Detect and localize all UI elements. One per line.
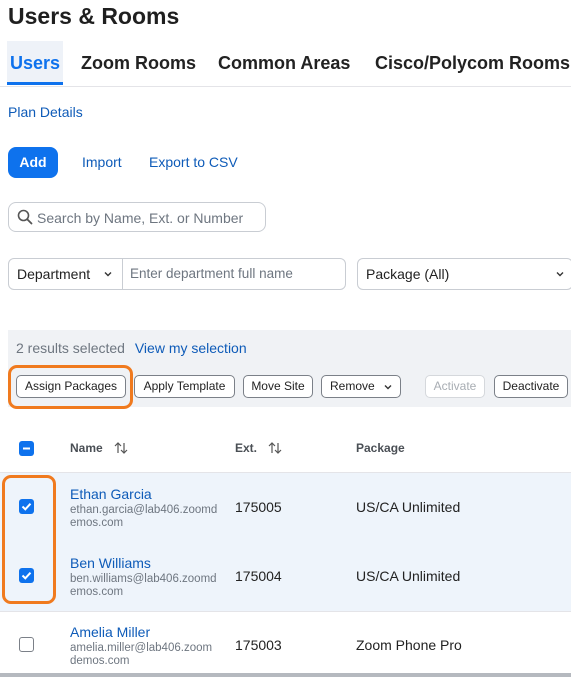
user-email: amelia.miller@lab406.zoomdemos.com: [70, 642, 213, 667]
chevron-down-icon: [384, 385, 392, 390]
name-column-header[interactable]: Name: [70, 441, 128, 455]
user-email: ethan.garcia@lab406.zoomdemos.com: [70, 504, 218, 529]
highlight-selected-checkboxes: [2, 475, 56, 604]
row-checkbox[interactable]: [19, 637, 34, 652]
tab-zoom-rooms[interactable]: Zoom Rooms: [81, 41, 196, 85]
package-select-label: Package (All): [366, 266, 450, 282]
user-name-link[interactable]: Amelia Miller: [70, 624, 150, 640]
chevron-down-icon: [104, 272, 112, 277]
user-name-link[interactable]: Ethan Garcia: [70, 486, 152, 502]
search-input[interactable]: Search by Name, Ext. or Number: [8, 202, 266, 232]
search-icon: [17, 209, 33, 225]
package-cell: US/CA Unlimited: [356, 499, 461, 515]
department-name-input[interactable]: Enter department full name: [130, 266, 293, 281]
ext-column-header[interactable]: Ext.: [235, 441, 282, 455]
highlight-assign-packages: [8, 365, 133, 409]
user-email: ben.williams@lab406.zoomdemos.com: [70, 573, 217, 598]
extension-cell: 175003: [235, 637, 282, 653]
package-column-header: Package: [356, 441, 405, 455]
tab-common-areas[interactable]: Common Areas: [218, 41, 350, 85]
remove-button[interactable]: Remove: [321, 375, 401, 398]
selection-count: 2 results selected View my selection: [16, 340, 247, 356]
user-name-link[interactable]: Ben Williams: [70, 555, 151, 571]
tab-bar: Users Zoom Rooms Common Areas Cisco/Poly…: [0, 41, 571, 87]
sort-icon[interactable]: [268, 442, 282, 454]
search-placeholder: Search by Name, Ext. or Number: [37, 210, 244, 226]
apply-template-button[interactable]: Apply Template: [134, 375, 235, 398]
selection-count-text: 2 results selected: [16, 340, 125, 356]
extension-cell: 175005: [235, 499, 282, 515]
sort-icon[interactable]: [114, 442, 128, 454]
horizontal-scrollbar[interactable]: [0, 673, 571, 677]
activate-button[interactable]: Activate: [425, 375, 485, 398]
view-selection-link[interactable]: View my selection: [135, 340, 247, 356]
export-csv-link[interactable]: Export to CSV: [149, 154, 238, 170]
package-cell: Zoom Phone Pro: [356, 637, 462, 653]
table-row[interactable]: Amelia Miller amelia.miller@lab406.zoomd…: [0, 611, 571, 680]
import-link[interactable]: Import: [82, 154, 122, 170]
package-cell: US/CA Unlimited: [356, 568, 461, 584]
tab-cisco-polycom-rooms[interactable]: Cisco/Polycom Rooms: [375, 41, 570, 85]
remove-button-label: Remove: [330, 379, 375, 393]
table-row[interactable]: Ethan Garcia ethan.garcia@lab406.zoomdem…: [0, 473, 571, 543]
page-title: Users & Rooms: [8, 3, 180, 29]
move-site-button[interactable]: Move Site: [243, 375, 313, 398]
indeterminate-icon: [23, 447, 30, 450]
select-all-checkbox[interactable]: [19, 441, 34, 456]
plan-details-link[interactable]: Plan Details: [8, 104, 83, 120]
add-button[interactable]: Add: [8, 147, 58, 178]
name-header-label: Name: [70, 441, 103, 455]
ext-header-label: Ext.: [235, 441, 258, 455]
table-row[interactable]: Ben Williams ben.williams@lab406.zoomdem…: [0, 542, 571, 612]
extension-cell: 175004: [235, 568, 282, 584]
deactivate-button[interactable]: Deactivate: [494, 375, 568, 398]
package-select[interactable]: Package (All): [357, 258, 571, 290]
department-filter: Department Enter department full name: [8, 258, 346, 290]
chevron-down-icon: [556, 272, 564, 277]
department-select-label: Department: [17, 266, 91, 282]
department-select[interactable]: Department: [9, 259, 123, 289]
tab-users[interactable]: Users: [7, 41, 64, 85]
